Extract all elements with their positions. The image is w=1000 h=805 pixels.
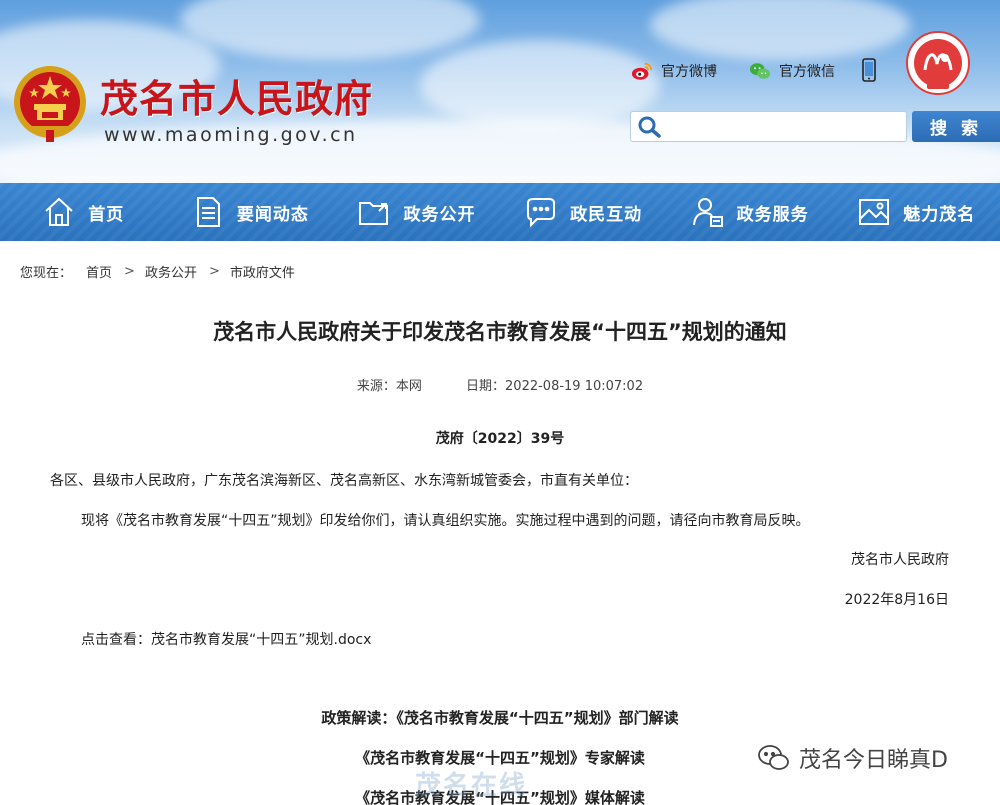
breadcrumb-open-government[interactable]: 政务公开 [145, 262, 197, 281]
main-nav: 首页 要闻动态 政务公开 政民互动 政务服务 魅力茂名 [0, 183, 1000, 241]
article-meta: 来源：本网 日期：2022-08-19 10:07:02 [0, 375, 1000, 394]
mobile-phone-icon[interactable] [862, 58, 876, 82]
document-number: 茂府〔2022〕39号 [435, 431, 565, 447]
site-url: www.maoming.gov.cn [104, 124, 358, 146]
wechat-label: 官方微信 [779, 64, 835, 80]
chat-icon [527, 198, 556, 228]
national-emblem-icon [14, 66, 86, 142]
breadcrumb-home[interactable]: 首页 [86, 262, 112, 281]
wechat-link[interactable]: 官方微信 [749, 60, 835, 82]
article-title: 茂名市人民政府关于印发茂名市教育发展“十四五”规划的通知 [213, 320, 787, 344]
site-title[interactable]: 茂名市人民政府 [100, 68, 373, 123]
wechat-icon [749, 63, 771, 79]
nav-item-charm[interactable]: 魅力茂名 [833, 183, 1000, 241]
breadcrumb: 您现在： 首页 > 政务公开 > 市政府文件 [20, 262, 295, 281]
search-box [630, 111, 907, 142]
home-icon [45, 197, 73, 226]
weibo-label: 官方微博 [661, 64, 717, 80]
breadcrumb-lead: 您现在： [20, 266, 73, 281]
nav-item-services[interactable]: 政务服务 [666, 183, 833, 241]
nav-item-interaction[interactable]: 政民互动 [500, 183, 667, 241]
chevron-right-icon: > [124, 264, 135, 279]
site-header: 茂名市人民政府 www.maoming.gov.cn 官方微博 官方微信 搜 索 [0, 0, 1000, 183]
search-icon [638, 116, 661, 138]
faint-watermark: 茂名在线 [415, 771, 528, 801]
weibo-icon [631, 62, 653, 80]
article-date: 日期：2022-08-19 10:07:02 [466, 379, 644, 394]
watermark-text: 茂名今日睇真D [799, 748, 948, 773]
document-icon [196, 197, 220, 227]
user-service-icon [692, 198, 723, 227]
nav-item-home[interactable]: 首页 [0, 183, 167, 241]
nav-item-open-government[interactable]: 政务公开 [333, 183, 500, 241]
wechat-watermark: 茂名今日睇真D [757, 742, 948, 774]
nav-item-news[interactable]: 要闻动态 [167, 183, 334, 241]
search-input[interactable] [669, 115, 899, 138]
breadcrumb-city-documents[interactable]: 市政府文件 [230, 262, 295, 281]
weibo-link[interactable]: 官方微博 [631, 60, 717, 82]
sign-date: 2022年8月16日 [844, 592, 949, 608]
chevron-right-icon: > [208, 264, 220, 279]
folder-icon [359, 202, 389, 225]
attachment-link[interactable]: 点击查看：茂名市教育发展“十四五”规划.docx [81, 629, 371, 649]
body-paragraph: 现将《茂名市教育发展“十四五”规划》印发给你们，请认真组织实施。实施过程中遇到的… [81, 513, 810, 529]
article-source: 来源：本网 [356, 379, 422, 394]
signature: 茂名市人民政府 [851, 552, 949, 568]
image-icon [859, 199, 890, 225]
policy-interpretation-department-link[interactable]: 政策解读：《茂名市教育发展“十四五”规划》部门解读 [0, 707, 1000, 728]
search-button[interactable]: 搜 索 [912, 111, 1000, 142]
recipients-paragraph: 各区、县级市人民政府，广东茂名滨海新区、茂名高新区、水东湾新城管委会，市直有关单… [50, 473, 638, 489]
maoming-logo-badge-icon [906, 31, 970, 95]
wechat-outline-icon [758, 745, 789, 770]
